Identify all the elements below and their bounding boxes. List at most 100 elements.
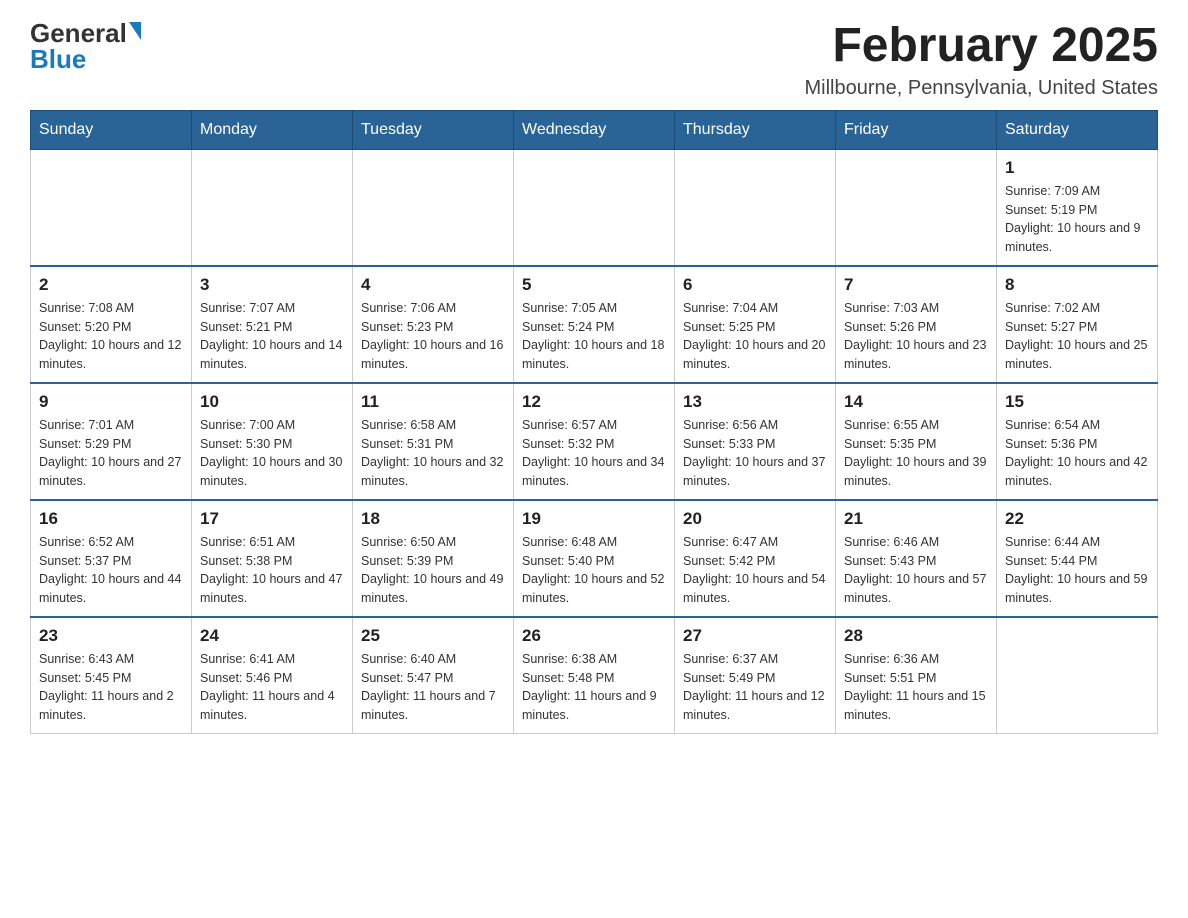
calendar-cell: 22 Sunrise: 6:44 AMSunset: 5:44 PMDayligh… xyxy=(997,500,1158,617)
day-number: 15 xyxy=(1005,392,1149,412)
day-info: Sunrise: 6:52 AMSunset: 5:37 PMDaylight:… xyxy=(39,533,183,608)
day-number: 20 xyxy=(683,509,827,529)
day-number: 13 xyxy=(683,392,827,412)
day-info: Sunrise: 7:00 AMSunset: 5:30 PMDaylight:… xyxy=(200,416,344,491)
calendar-table: SundayMondayTuesdayWednesdayThursdayFrid… xyxy=(30,110,1158,734)
day-number: 18 xyxy=(361,509,505,529)
day-number: 2 xyxy=(39,275,183,295)
calendar-header-row: SundayMondayTuesdayWednesdayThursdayFrid… xyxy=(31,110,1158,149)
day-info: Sunrise: 6:37 AMSunset: 5:49 PMDaylight:… xyxy=(683,650,827,725)
logo-general-text: General xyxy=(30,20,127,46)
calendar-cell: 18 Sunrise: 6:50 AMSunset: 5:39 PMDayligh… xyxy=(353,500,514,617)
page-header: General Blue February 2025 Millbourne, P… xyxy=(30,20,1158,100)
calendar-week-row: 16 Sunrise: 6:52 AMSunset: 5:37 PMDayligh… xyxy=(31,500,1158,617)
day-of-week-header: Friday xyxy=(836,110,997,149)
day-info: Sunrise: 6:47 AMSunset: 5:42 PMDaylight:… xyxy=(683,533,827,608)
day-info: Sunrise: 6:51 AMSunset: 5:38 PMDaylight:… xyxy=(200,533,344,608)
day-info: Sunrise: 6:48 AMSunset: 5:40 PMDaylight:… xyxy=(522,533,666,608)
calendar-cell: 27 Sunrise: 6:37 AMSunset: 5:49 PMDayligh… xyxy=(675,617,836,734)
calendar-cell: 9 Sunrise: 7:01 AMSunset: 5:29 PMDaylight… xyxy=(31,383,192,500)
calendar-cell: 8 Sunrise: 7:02 AMSunset: 5:27 PMDaylight… xyxy=(997,266,1158,383)
day-info: Sunrise: 7:08 AMSunset: 5:20 PMDaylight:… xyxy=(39,299,183,374)
day-info: Sunrise: 7:03 AMSunset: 5:26 PMDaylight:… xyxy=(844,299,988,374)
day-number: 5 xyxy=(522,275,666,295)
calendar-cell: 21 Sunrise: 6:46 AMSunset: 5:43 PMDayligh… xyxy=(836,500,997,617)
day-info: Sunrise: 6:44 AMSunset: 5:44 PMDaylight:… xyxy=(1005,533,1149,608)
logo-blue-text: Blue xyxy=(30,46,86,72)
calendar-week-row: 1 Sunrise: 7:09 AMSunset: 5:19 PMDaylight… xyxy=(31,149,1158,266)
day-number: 24 xyxy=(200,626,344,646)
day-number: 12 xyxy=(522,392,666,412)
title-section: February 2025 Millbourne, Pennsylvania, … xyxy=(804,20,1158,100)
calendar-cell xyxy=(997,617,1158,734)
day-number: 9 xyxy=(39,392,183,412)
day-number: 4 xyxy=(361,275,505,295)
calendar-cell: 7Sunrise: 7:03 AMSunset: 5:26 PMDaylight… xyxy=(836,266,997,383)
day-number: 25 xyxy=(361,626,505,646)
day-info: Sunrise: 7:07 AMSunset: 5:21 PMDaylight:… xyxy=(200,299,344,374)
calendar-cell xyxy=(192,149,353,266)
day-of-week-header: Wednesday xyxy=(514,110,675,149)
day-info: Sunrise: 6:40 AMSunset: 5:47 PMDaylight:… xyxy=(361,650,505,725)
day-number: 27 xyxy=(683,626,827,646)
calendar-cell: 16 Sunrise: 6:52 AMSunset: 5:37 PMDayligh… xyxy=(31,500,192,617)
calendar-cell: 24 Sunrise: 6:41 AMSunset: 5:46 PMDayligh… xyxy=(192,617,353,734)
day-info: Sunrise: 6:36 AMSunset: 5:51 PMDaylight:… xyxy=(844,650,988,725)
calendar-cell: 13Sunrise: 6:56 AMSunset: 5:33 PMDayligh… xyxy=(675,383,836,500)
day-info: Sunrise: 6:43 AMSunset: 5:45 PMDaylight:… xyxy=(39,650,183,725)
calendar-cell xyxy=(514,149,675,266)
calendar-cell: 20 Sunrise: 6:47 AMSunset: 5:42 PMDayligh… xyxy=(675,500,836,617)
day-info: Sunrise: 7:05 AMSunset: 5:24 PMDaylight:… xyxy=(522,299,666,374)
calendar-cell: 12Sunrise: 6:57 AMSunset: 5:32 PMDayligh… xyxy=(514,383,675,500)
logo-arrow-icon xyxy=(129,22,141,40)
day-info: Sunrise: 6:38 AMSunset: 5:48 PMDaylight:… xyxy=(522,650,666,725)
day-number: 1 xyxy=(1005,158,1149,178)
day-info: Sunrise: 6:50 AMSunset: 5:39 PMDaylight:… xyxy=(361,533,505,608)
day-number: 10 xyxy=(200,392,344,412)
day-of-week-header: Thursday xyxy=(675,110,836,149)
day-info: Sunrise: 7:06 AMSunset: 5:23 PMDaylight:… xyxy=(361,299,505,374)
day-info: Sunrise: 6:55 AMSunset: 5:35 PMDaylight:… xyxy=(844,416,988,491)
logo: General Blue xyxy=(30,20,141,72)
calendar-cell: 11 Sunrise: 6:58 AMSunset: 5:31 PMDayligh… xyxy=(353,383,514,500)
calendar-week-row: 9 Sunrise: 7:01 AMSunset: 5:29 PMDaylight… xyxy=(31,383,1158,500)
day-number: 19 xyxy=(522,509,666,529)
day-number: 14 xyxy=(844,392,988,412)
calendar-cell: 26 Sunrise: 6:38 AMSunset: 5:48 PMDayligh… xyxy=(514,617,675,734)
day-info: Sunrise: 7:01 AMSunset: 5:29 PMDaylight:… xyxy=(39,416,183,491)
day-number: 3 xyxy=(200,275,344,295)
day-number: 8 xyxy=(1005,275,1149,295)
calendar-cell: 25 Sunrise: 6:40 AMSunset: 5:47 PMDayligh… xyxy=(353,617,514,734)
day-info: Sunrise: 7:02 AMSunset: 5:27 PMDaylight:… xyxy=(1005,299,1149,374)
day-of-week-header: Saturday xyxy=(997,110,1158,149)
calendar-cell: 1 Sunrise: 7:09 AMSunset: 5:19 PMDaylight… xyxy=(997,149,1158,266)
calendar-cell: 19 Sunrise: 6:48 AMSunset: 5:40 PMDayligh… xyxy=(514,500,675,617)
day-info: Sunrise: 6:58 AMSunset: 5:31 PMDaylight:… xyxy=(361,416,505,491)
day-info: Sunrise: 7:04 AMSunset: 5:25 PMDaylight:… xyxy=(683,299,827,374)
day-number: 26 xyxy=(522,626,666,646)
day-number: 22 xyxy=(1005,509,1149,529)
day-number: 17 xyxy=(200,509,344,529)
day-of-week-header: Sunday xyxy=(31,110,192,149)
day-number: 23 xyxy=(39,626,183,646)
calendar-cell: 3 Sunrise: 7:07 AMSunset: 5:21 PMDaylight… xyxy=(192,266,353,383)
calendar-cell xyxy=(675,149,836,266)
calendar-week-row: 2 Sunrise: 7:08 AMSunset: 5:20 PMDaylight… xyxy=(31,266,1158,383)
day-number: 11 xyxy=(361,392,505,412)
day-number: 16 xyxy=(39,509,183,529)
day-info: Sunrise: 6:54 AMSunset: 5:36 PMDaylight:… xyxy=(1005,416,1149,491)
day-info: Sunrise: 6:41 AMSunset: 5:46 PMDaylight:… xyxy=(200,650,344,725)
day-info: Sunrise: 6:46 AMSunset: 5:43 PMDaylight:… xyxy=(844,533,988,608)
calendar-cell: 23 Sunrise: 6:43 AMSunset: 5:45 PMDayligh… xyxy=(31,617,192,734)
calendar-cell xyxy=(353,149,514,266)
day-number: 21 xyxy=(844,509,988,529)
calendar-week-row: 23 Sunrise: 6:43 AMSunset: 5:45 PMDayligh… xyxy=(31,617,1158,734)
day-info: Sunrise: 7:09 AMSunset: 5:19 PMDaylight:… xyxy=(1005,182,1149,257)
calendar-cell xyxy=(836,149,997,266)
month-year-title: February 2025 xyxy=(804,20,1158,73)
day-of-week-header: Monday xyxy=(192,110,353,149)
location-subtitle: Millbourne, Pennsylvania, United States xyxy=(804,77,1158,100)
logo-icon: General xyxy=(30,20,141,46)
calendar-cell xyxy=(31,149,192,266)
calendar-cell: 28Sunrise: 6:36 AMSunset: 5:51 PMDayligh… xyxy=(836,617,997,734)
